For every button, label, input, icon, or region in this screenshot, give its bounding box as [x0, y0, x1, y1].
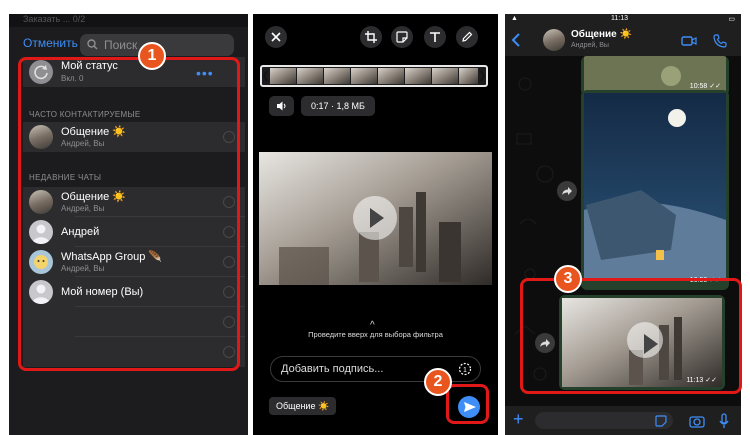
camera-icon[interactable]	[689, 414, 705, 428]
mute-button[interactable]	[269, 96, 294, 116]
clock: 11:13	[611, 15, 628, 22]
phone-icon[interactable]	[713, 34, 727, 48]
chat-avatar[interactable]	[543, 29, 565, 51]
highlight-box-3	[520, 278, 742, 394]
step-badge-3: 3	[554, 265, 582, 293]
search-placeholder: Поиск	[104, 38, 138, 52]
filter-hint: Проведите вверх для выбора фильтра	[308, 330, 443, 339]
draw-button[interactable]	[456, 26, 478, 48]
battery-icon: ▭	[728, 16, 735, 23]
chat-title[interactable]: Общение ☀️	[571, 29, 632, 40]
pencil-icon	[462, 31, 473, 42]
highlight-box-2	[446, 384, 489, 424]
status-bar: ▲ 11:13 ▭	[505, 14, 741, 25]
signal-icon: ▲	[511, 15, 518, 22]
search-icon	[87, 39, 98, 50]
message-input[interactable]	[535, 412, 673, 429]
message-time: 10:58 ✓✓	[689, 83, 721, 90]
duration-size-label: 0:17 · 1,8 МБ	[301, 96, 375, 116]
play-button[interactable]	[353, 196, 397, 240]
microphone-icon[interactable]	[718, 413, 730, 429]
filmstrip-frames	[263, 68, 485, 84]
sticker-icon	[396, 31, 408, 43]
back-icon[interactable]	[511, 33, 521, 47]
text-icon	[430, 32, 440, 42]
photo-message[interactable]: 10:58 ✓✓	[581, 90, 729, 290]
recipient-chip: Общение ☀️	[269, 397, 337, 415]
video-preview[interactable]	[259, 152, 492, 285]
chat-header: Общение ☀️ Андрей, Вы	[505, 25, 741, 56]
step-badge-2: 2	[424, 368, 452, 396]
top-hint: Заказать ... 0/2	[9, 14, 248, 27]
video-trim-strip[interactable]	[260, 65, 488, 87]
svg-text:1: 1	[463, 367, 467, 374]
close-button[interactable]	[265, 26, 287, 48]
night-photo	[584, 93, 726, 279]
sticker-button[interactable]	[391, 26, 413, 48]
crop-icon	[365, 31, 377, 43]
cancel-button[interactable]: Отменить	[23, 36, 78, 50]
video-call-icon[interactable]	[681, 35, 697, 47]
sticker-icon[interactable]	[655, 415, 667, 427]
speaker-icon	[276, 101, 285, 111]
view-once-icon[interactable]: 1	[458, 362, 472, 376]
forward-icon	[562, 187, 572, 195]
highlight-box-1	[18, 57, 240, 371]
plus-icon[interactable]: +	[513, 409, 524, 430]
message-input-bar: +	[505, 406, 741, 435]
step-badge-1: 1	[138, 42, 166, 70]
video-editor-panel: 0:17 · 1,8 МБ ^ Проведите вверх для выбо…	[253, 14, 498, 435]
crop-button[interactable]	[360, 26, 382, 48]
close-icon	[271, 32, 281, 42]
caption-placeholder: Добавить подпись...	[281, 363, 384, 375]
chat-members: Андрей, Вы	[571, 42, 609, 49]
forward-button[interactable]	[557, 181, 577, 201]
text-button[interactable]	[424, 26, 446, 48]
